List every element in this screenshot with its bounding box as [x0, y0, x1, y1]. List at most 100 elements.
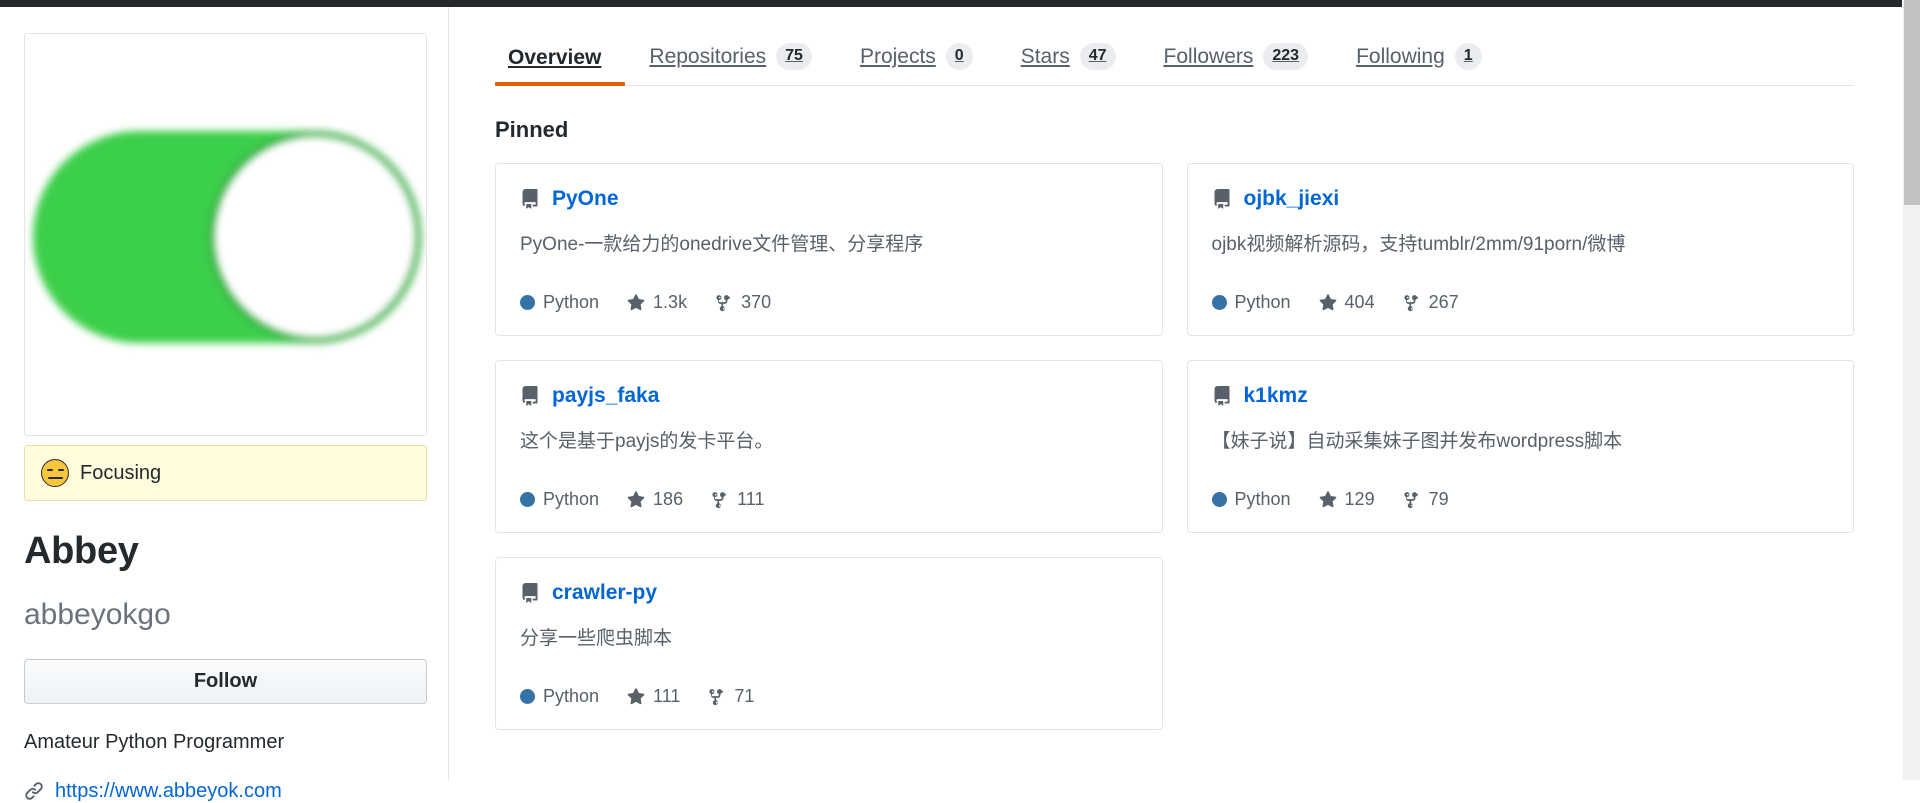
profile-website-link[interactable]: https://www.abbeyok.com: [55, 779, 282, 803]
repo-stars[interactable]: 1.3k: [627, 292, 687, 313]
user-status-text: Focusing: [80, 462, 162, 484]
page-scrollbar-thumb[interactable]: [1904, 0, 1920, 205]
tab-label: Repositories: [649, 44, 767, 68]
fork-icon: [711, 491, 729, 509]
link-icon: [24, 781, 44, 801]
repo-header: PyOne: [520, 186, 1138, 211]
profile-sidebar: Focusing Abbey abbeyokgo Follow Amateur …: [0, 7, 448, 803]
repo-header: payjs_faka: [520, 383, 1138, 408]
expressionless-face-emoji: [41, 459, 69, 487]
repo-language: Python: [520, 686, 599, 707]
tab-counter: 0: [945, 43, 973, 70]
repo-meta: Python 404 267: [1211, 292, 1830, 313]
repo-language-label: Python: [1234, 292, 1291, 312]
repo-language: Python: [520, 489, 599, 510]
pinned-repo-card[interactable]: ojbk_jiexi ojbk视频解析源码，支持tumblr/2mm/91porn…: [1186, 163, 1854, 336]
repo-language-label: Python: [543, 489, 600, 509]
tab-overview[interactable]: Overview: [495, 46, 626, 86]
user-status[interactable]: Focusing: [24, 445, 427, 501]
tab-label: Following: [1356, 44, 1445, 68]
pinned-repo-card[interactable]: k1kmz 【妹子说】自动采集妹子图并发布wordpress脚本 Python 129…: [1186, 360, 1854, 533]
pinned-repositories-grid: PyOne PyOne-一款给力的onedrive文件管理、分享程序 Python 1…: [495, 163, 1854, 730]
star-icon: [627, 687, 645, 706]
repo-forks[interactable]: 370: [715, 292, 771, 313]
pinned-repo-card[interactable]: payjs_faka 这个是基于payjs的发卡平台。 Python 186 111: [495, 360, 1163, 533]
tab-label: Projects: [859, 44, 936, 68]
repo-forks-count: 71: [734, 686, 755, 706]
tab-counter: 47: [1079, 43, 1116, 70]
toggle-knob: [214, 136, 416, 338]
repo-stars[interactable]: 129: [1319, 489, 1375, 510]
tab-counter: 1: [1454, 43, 1482, 70]
repo-language: Python: [520, 292, 599, 313]
fork-icon: [708, 688, 726, 706]
tab-stars[interactable]: Stars 47: [997, 43, 1140, 85]
pinned-heading: Pinned: [495, 117, 569, 142]
repo-stars[interactable]: 186: [627, 489, 683, 510]
language-color-dot: [1211, 295, 1227, 310]
pinned-repo-card[interactable]: PyOne PyOne-一款给力的onedrive文件管理、分享程序 Python 1…: [495, 163, 1163, 336]
star-icon: [627, 293, 645, 312]
follow-button[interactable]: Follow: [24, 658, 427, 704]
repo-language-label: Python: [1234, 489, 1291, 509]
repo-book-icon: [1212, 188, 1232, 209]
profile-display-name: Abbey: [24, 530, 139, 572]
profile-bio: Amateur Python Programmer: [24, 730, 285, 753]
star-icon: [1319, 490, 1337, 509]
profile-website[interactable]: https://www.abbeyok.com: [24, 779, 448, 803]
repo-name-link[interactable]: crawler-py: [552, 580, 657, 605]
repo-stars-count: 404: [1344, 292, 1375, 312]
language-color-dot: [520, 295, 535, 310]
repo-forks[interactable]: 79: [1403, 489, 1449, 510]
repo-forks-count: 370: [741, 292, 772, 312]
star-icon: [627, 490, 645, 509]
repo-description: 【妹子说】自动采集妹子图并发布wordpress脚本: [1211, 431, 1623, 453]
repo-stars-count: 129: [1344, 489, 1375, 509]
tab-following[interactable]: Following 1: [1332, 43, 1506, 85]
tab-projects[interactable]: Projects 0: [836, 43, 997, 85]
repo-language-label: Python: [543, 292, 600, 312]
tab-label: Stars: [1020, 44, 1070, 68]
profile-username: abbeyokgo: [24, 598, 171, 632]
repo-stars[interactable]: 404: [1319, 292, 1375, 313]
tab-label: Overview: [508, 46, 602, 69]
repo-forks-count: 79: [1428, 489, 1449, 509]
repo-language: Python: [1211, 489, 1291, 510]
repo-language-label: Python: [543, 686, 600, 706]
fork-icon: [1403, 294, 1421, 312]
repo-name-link[interactable]: PyOne: [552, 186, 619, 211]
repo-header: ojbk_jiexi: [1212, 186, 1830, 211]
repo-meta: Python 1.3k 370: [520, 292, 1138, 313]
repo-name-link[interactable]: ojbk_jiexi: [1244, 186, 1340, 211]
repo-book-icon: [520, 385, 540, 406]
tab-repositories[interactable]: Repositories 75: [625, 43, 836, 85]
repo-forks[interactable]: 111: [711, 489, 764, 510]
star-icon: [1319, 293, 1337, 312]
repo-description: 这个是基于payjs的发卡平台。: [520, 431, 774, 453]
repo-forks[interactable]: 267: [1403, 292, 1459, 313]
repo-language: Python: [1211, 292, 1291, 313]
repo-forks-count: 111: [737, 489, 765, 509]
profile-main: Overview Repositories 75 Projects 0 Stars 47 Fo…: [449, 7, 1902, 730]
repo-stars-count: 186: [653, 489, 684, 509]
tab-label: Followers: [1163, 44, 1254, 68]
tab-followers[interactable]: Followers 223: [1140, 43, 1333, 85]
repo-description: 分享一些爬虫脚本: [520, 628, 673, 650]
language-color-dot: [1211, 492, 1227, 507]
avatar[interactable]: [24, 33, 427, 436]
toggle-switch-icon: [33, 131, 421, 343]
repo-forks[interactable]: 71: [708, 686, 754, 707]
repo-name-link[interactable]: k1kmz: [1244, 383, 1308, 408]
repo-stars[interactable]: 111: [627, 686, 680, 707]
tab-counter: 223: [1263, 43, 1309, 70]
repo-name-link[interactable]: payjs_faka: [552, 383, 659, 408]
language-color-dot: [520, 689, 535, 704]
repo-meta: Python 186 111: [520, 489, 1138, 510]
repo-header: k1kmz: [1212, 383, 1830, 408]
repo-book-icon: [520, 582, 540, 603]
pinned-repo-card[interactable]: crawler-py 分享一些爬虫脚本 Python 111 71: [495, 557, 1163, 730]
profile-tabs: Overview Repositories 75 Projects 0 Stars 47 Fo…: [495, 7, 1854, 86]
repo-meta: Python 111 71: [520, 686, 1138, 707]
page-scrollbar[interactable]: [1902, 0, 1920, 780]
repo-meta: Python 129 79: [1211, 489, 1830, 510]
